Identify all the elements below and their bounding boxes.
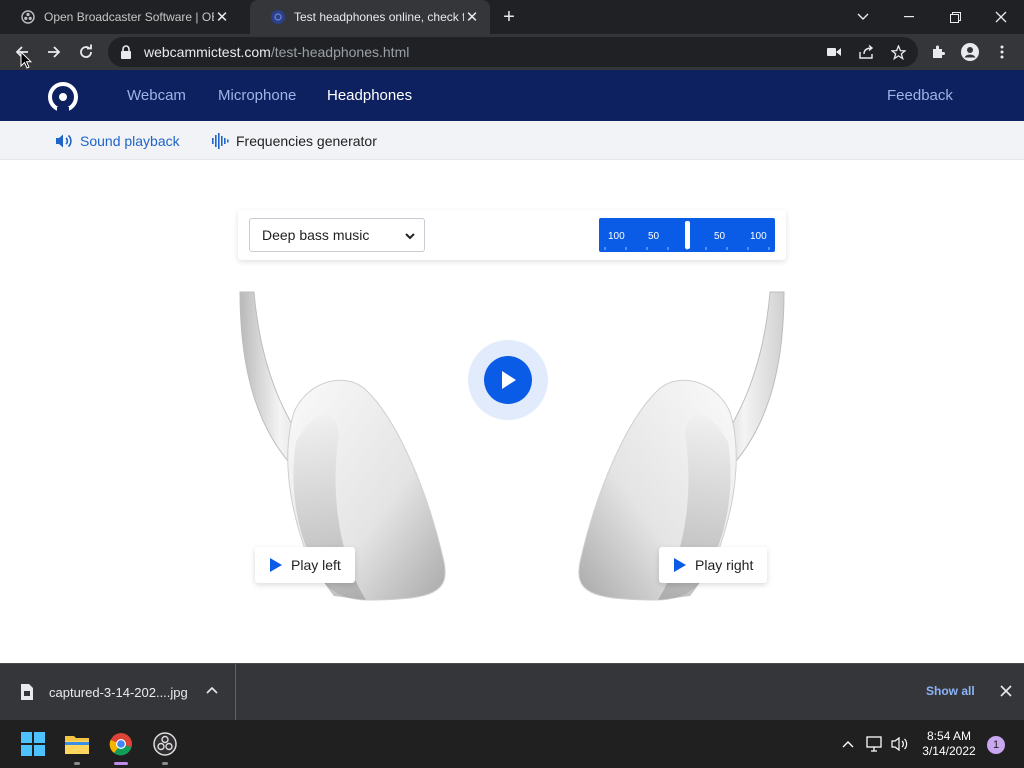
reload-button[interactable] bbox=[72, 38, 100, 66]
clock-time: 8:54 AM bbox=[926, 729, 972, 743]
waveform-icon bbox=[210, 131, 230, 151]
tab-headphones-test[interactable]: Test headphones online, check fo ✕ bbox=[250, 0, 490, 34]
subnav-label: Sound playback bbox=[80, 132, 180, 149]
play-left-button[interactable]: Play left bbox=[255, 547, 355, 583]
play-left-label: Play left bbox=[291, 557, 341, 573]
track-select[interactable]: Deep bass music bbox=[249, 218, 425, 252]
play-both-button[interactable] bbox=[468, 340, 548, 420]
share-icon[interactable] bbox=[858, 44, 874, 60]
globe-icon bbox=[270, 9, 286, 25]
extensions-icon[interactable] bbox=[924, 38, 952, 66]
play-icon bbox=[270, 558, 282, 572]
speaker-icon bbox=[54, 131, 74, 151]
url-path: /test-headphones.html bbox=[270, 44, 410, 60]
tab-obs[interactable]: Open Broadcaster Software | OBS ✕ bbox=[0, 0, 240, 34]
play-icon bbox=[484, 356, 532, 404]
balance-label-left-100: 100 bbox=[608, 231, 625, 242]
play-icon bbox=[674, 558, 686, 572]
subnav-frequencies-generator[interactable]: Frequencies generator bbox=[210, 121, 377, 160]
subnav-label: Frequencies generator bbox=[236, 132, 377, 149]
lock-icon bbox=[120, 45, 134, 59]
restore-button[interactable] bbox=[932, 0, 978, 34]
obs-icon bbox=[20, 9, 36, 25]
notification-badge[interactable]: 1 bbox=[987, 736, 1005, 754]
bookmark-star-icon[interactable] bbox=[890, 44, 906, 60]
balance-slider-handle[interactable] bbox=[685, 221, 690, 249]
tab-title: Test headphones online, check fo bbox=[294, 10, 464, 24]
close-tab-icon[interactable]: ✕ bbox=[464, 9, 480, 26]
file-explorer-icon[interactable] bbox=[61, 728, 93, 765]
tab-search-icon[interactable] bbox=[840, 0, 886, 34]
sub-navbar: Sound playback Frequencies generator bbox=[0, 121, 1024, 160]
show-all-downloads-link[interactable]: Show all bbox=[926, 684, 975, 698]
download-shelf: captured-3-14-202....jpg Show all bbox=[0, 663, 1024, 720]
url-host: webcammictest.com bbox=[144, 44, 271, 60]
clock-date: 3/14/2022 bbox=[922, 744, 976, 758]
track-select-value: Deep bass music bbox=[262, 227, 370, 243]
player-controls: Deep bass music 100 50 50 100 bbox=[238, 210, 786, 260]
play-right-label: Play right bbox=[695, 557, 754, 573]
tab-title: Open Broadcaster Software | OBS bbox=[44, 10, 214, 24]
nav-headphones[interactable]: Headphones bbox=[327, 70, 412, 121]
balance-label-right-100: 100 bbox=[750, 231, 767, 242]
chevron-down-icon bbox=[404, 229, 416, 241]
forward-button[interactable] bbox=[40, 38, 68, 66]
windows-start-icon[interactable] bbox=[17, 728, 49, 760]
minimize-button[interactable] bbox=[886, 0, 932, 34]
file-icon bbox=[21, 684, 33, 700]
new-tab-button[interactable]: + bbox=[498, 6, 520, 28]
subnav-sound-playback[interactable]: Sound playback bbox=[54, 121, 180, 160]
system-clock[interactable]: 8:54 AM 3/14/2022 bbox=[916, 729, 982, 759]
site-navbar: Webcam Microphone Headphones Feedback bbox=[0, 70, 1024, 121]
chrome-icon[interactable] bbox=[105, 728, 137, 765]
nav-webcam[interactable]: Webcam bbox=[127, 70, 186, 121]
play-right-button[interactable]: Play right bbox=[659, 547, 768, 583]
volume-icon[interactable] bbox=[891, 735, 909, 753]
balance-label-right-50: 50 bbox=[714, 231, 726, 242]
menu-kebab-icon[interactable] bbox=[988, 38, 1016, 66]
profile-icon[interactable] bbox=[956, 38, 984, 66]
close-icon[interactable] bbox=[998, 683, 1014, 699]
site-logo-icon[interactable] bbox=[46, 80, 80, 114]
browser-toolbar: webcammictest.com/test-headphones.html bbox=[0, 34, 1024, 70]
network-icon[interactable] bbox=[866, 735, 884, 753]
balance-label-left-50: 50 bbox=[648, 231, 660, 242]
balance-slider[interactable]: 100 50 50 100 bbox=[599, 218, 775, 252]
close-tab-icon[interactable]: ✕ bbox=[214, 9, 230, 26]
download-file-name: captured-3-14-202....jpg bbox=[49, 684, 188, 700]
chevron-up-icon[interactable] bbox=[205, 684, 219, 698]
obs-taskbar-icon[interactable] bbox=[149, 728, 181, 765]
address-bar[interactable]: webcammictest.com/test-headphones.html bbox=[108, 37, 918, 67]
tray-overflow-icon[interactable] bbox=[839, 735, 857, 753]
close-window-button[interactable] bbox=[978, 0, 1024, 34]
windows-taskbar: 8:54 AM 3/14/2022 bbox=[0, 720, 1024, 768]
nav-microphone[interactable]: Microphone bbox=[218, 70, 296, 121]
browser-tab-strip: Open Broadcaster Software | OBS ✕ Test h… bbox=[0, 0, 1024, 34]
camera-icon[interactable] bbox=[826, 44, 842, 60]
mouse-cursor-icon bbox=[20, 50, 33, 69]
nav-feedback[interactable]: Feedback bbox=[887, 70, 953, 121]
download-item[interactable]: captured-3-14-202....jpg bbox=[0, 664, 236, 720]
